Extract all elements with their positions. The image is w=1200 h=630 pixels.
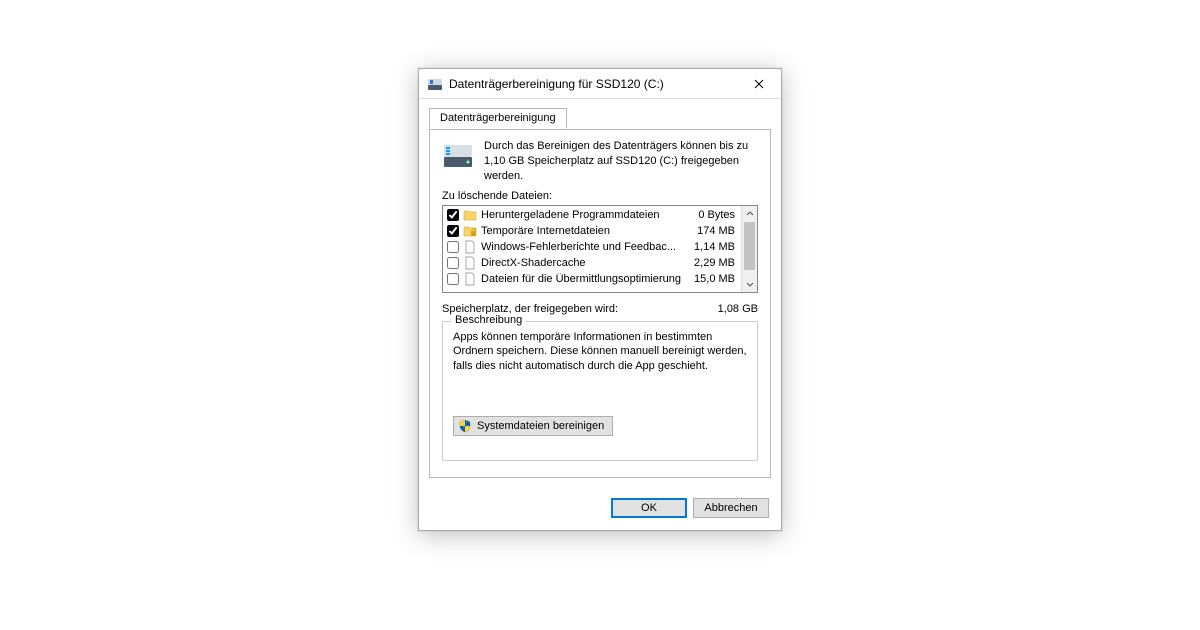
file-icon (463, 272, 477, 286)
folder-icon (463, 208, 477, 222)
scroll-up-button[interactable] (742, 206, 757, 222)
file-icon (463, 240, 477, 254)
file-checkbox[interactable] (447, 273, 459, 285)
drive-icon (442, 139, 474, 171)
files-to-delete-label: Zu löschende Dateien: (442, 190, 758, 202)
close-button[interactable] (739, 70, 779, 98)
dialog-footer: OK Abbrechen (419, 488, 781, 530)
file-checkbox[interactable] (447, 209, 459, 221)
cancel-button[interactable]: Abbrechen (693, 498, 769, 518)
titlebar: Datenträgerbereinigung für SSD120 (C:) (419, 69, 781, 99)
file-checkbox[interactable] (447, 257, 459, 269)
groupbox-title: Beschreibung (451, 314, 526, 326)
file-row[interactable]: Temporäre Internetdateien 174 MB (445, 223, 739, 239)
ok-button[interactable]: OK (611, 498, 687, 518)
file-size: 0 Bytes (689, 209, 737, 221)
scroll-track[interactable] (742, 222, 757, 276)
description-groupbox: Beschreibung Apps können temporäre Infor… (442, 321, 758, 461)
file-name: DirectX-Shadercache (481, 257, 685, 269)
file-icon (463, 256, 477, 270)
tabstrip: Datenträgerbereinigung (429, 108, 771, 130)
file-name: Heruntergeladene Programmdateien (481, 209, 685, 221)
file-size: 174 MB (689, 225, 737, 237)
scroll-down-button[interactable] (742, 276, 757, 292)
disk-cleanup-icon (427, 76, 443, 92)
file-row[interactable]: Heruntergeladene Programmdateien 0 Bytes (445, 207, 739, 223)
file-name: Dateien für die Übermittlungsoptimierung (481, 273, 685, 285)
file-checkbox[interactable] (447, 225, 459, 237)
file-row[interactable]: DirectX-Shadercache 2,29 MB (445, 255, 739, 271)
file-size: 1,14 MB (689, 241, 737, 253)
file-name: Temporäre Internetdateien (481, 225, 685, 237)
scrollbar[interactable] (741, 206, 757, 292)
file-size: 2,29 MB (689, 257, 737, 269)
file-checkbox[interactable] (447, 241, 459, 253)
intro-row: Durch das Bereinigen des Datenträgers kö… (442, 139, 758, 184)
file-name: Windows-Fehlerberichte und Feedbac... (481, 241, 685, 253)
file-row[interactable]: Windows-Fehlerberichte und Feedbac... 1,… (445, 239, 739, 255)
clean-system-files-label: Systemdateien bereinigen (477, 420, 604, 432)
disk-cleanup-dialog: Datenträgerbereinigung für SSD120 (C:) D… (418, 68, 782, 531)
file-list: Heruntergeladene Programmdateien 0 Bytes (442, 205, 758, 293)
tab-panel: Durch das Bereinigen des Datenträgers kö… (429, 129, 771, 478)
lock-folder-icon (463, 224, 477, 238)
clean-system-files-button[interactable]: Systemdateien bereinigen (453, 416, 613, 436)
window-title: Datenträgerbereinigung für SSD120 (C:) (449, 77, 739, 91)
tab-disk-cleanup[interactable]: Datenträgerbereinigung (429, 108, 567, 129)
shield-icon (458, 419, 472, 433)
scroll-thumb[interactable] (744, 222, 755, 270)
freed-space-value: 1,08 GB (718, 303, 758, 315)
intro-text: Durch das Bereinigen des Datenträgers kö… (484, 139, 758, 184)
file-row[interactable]: Dateien für die Übermittlungsoptimierung… (445, 271, 739, 287)
description-text: Apps können temporäre Informationen in b… (453, 330, 747, 375)
file-size: 15,0 MB (689, 273, 737, 285)
